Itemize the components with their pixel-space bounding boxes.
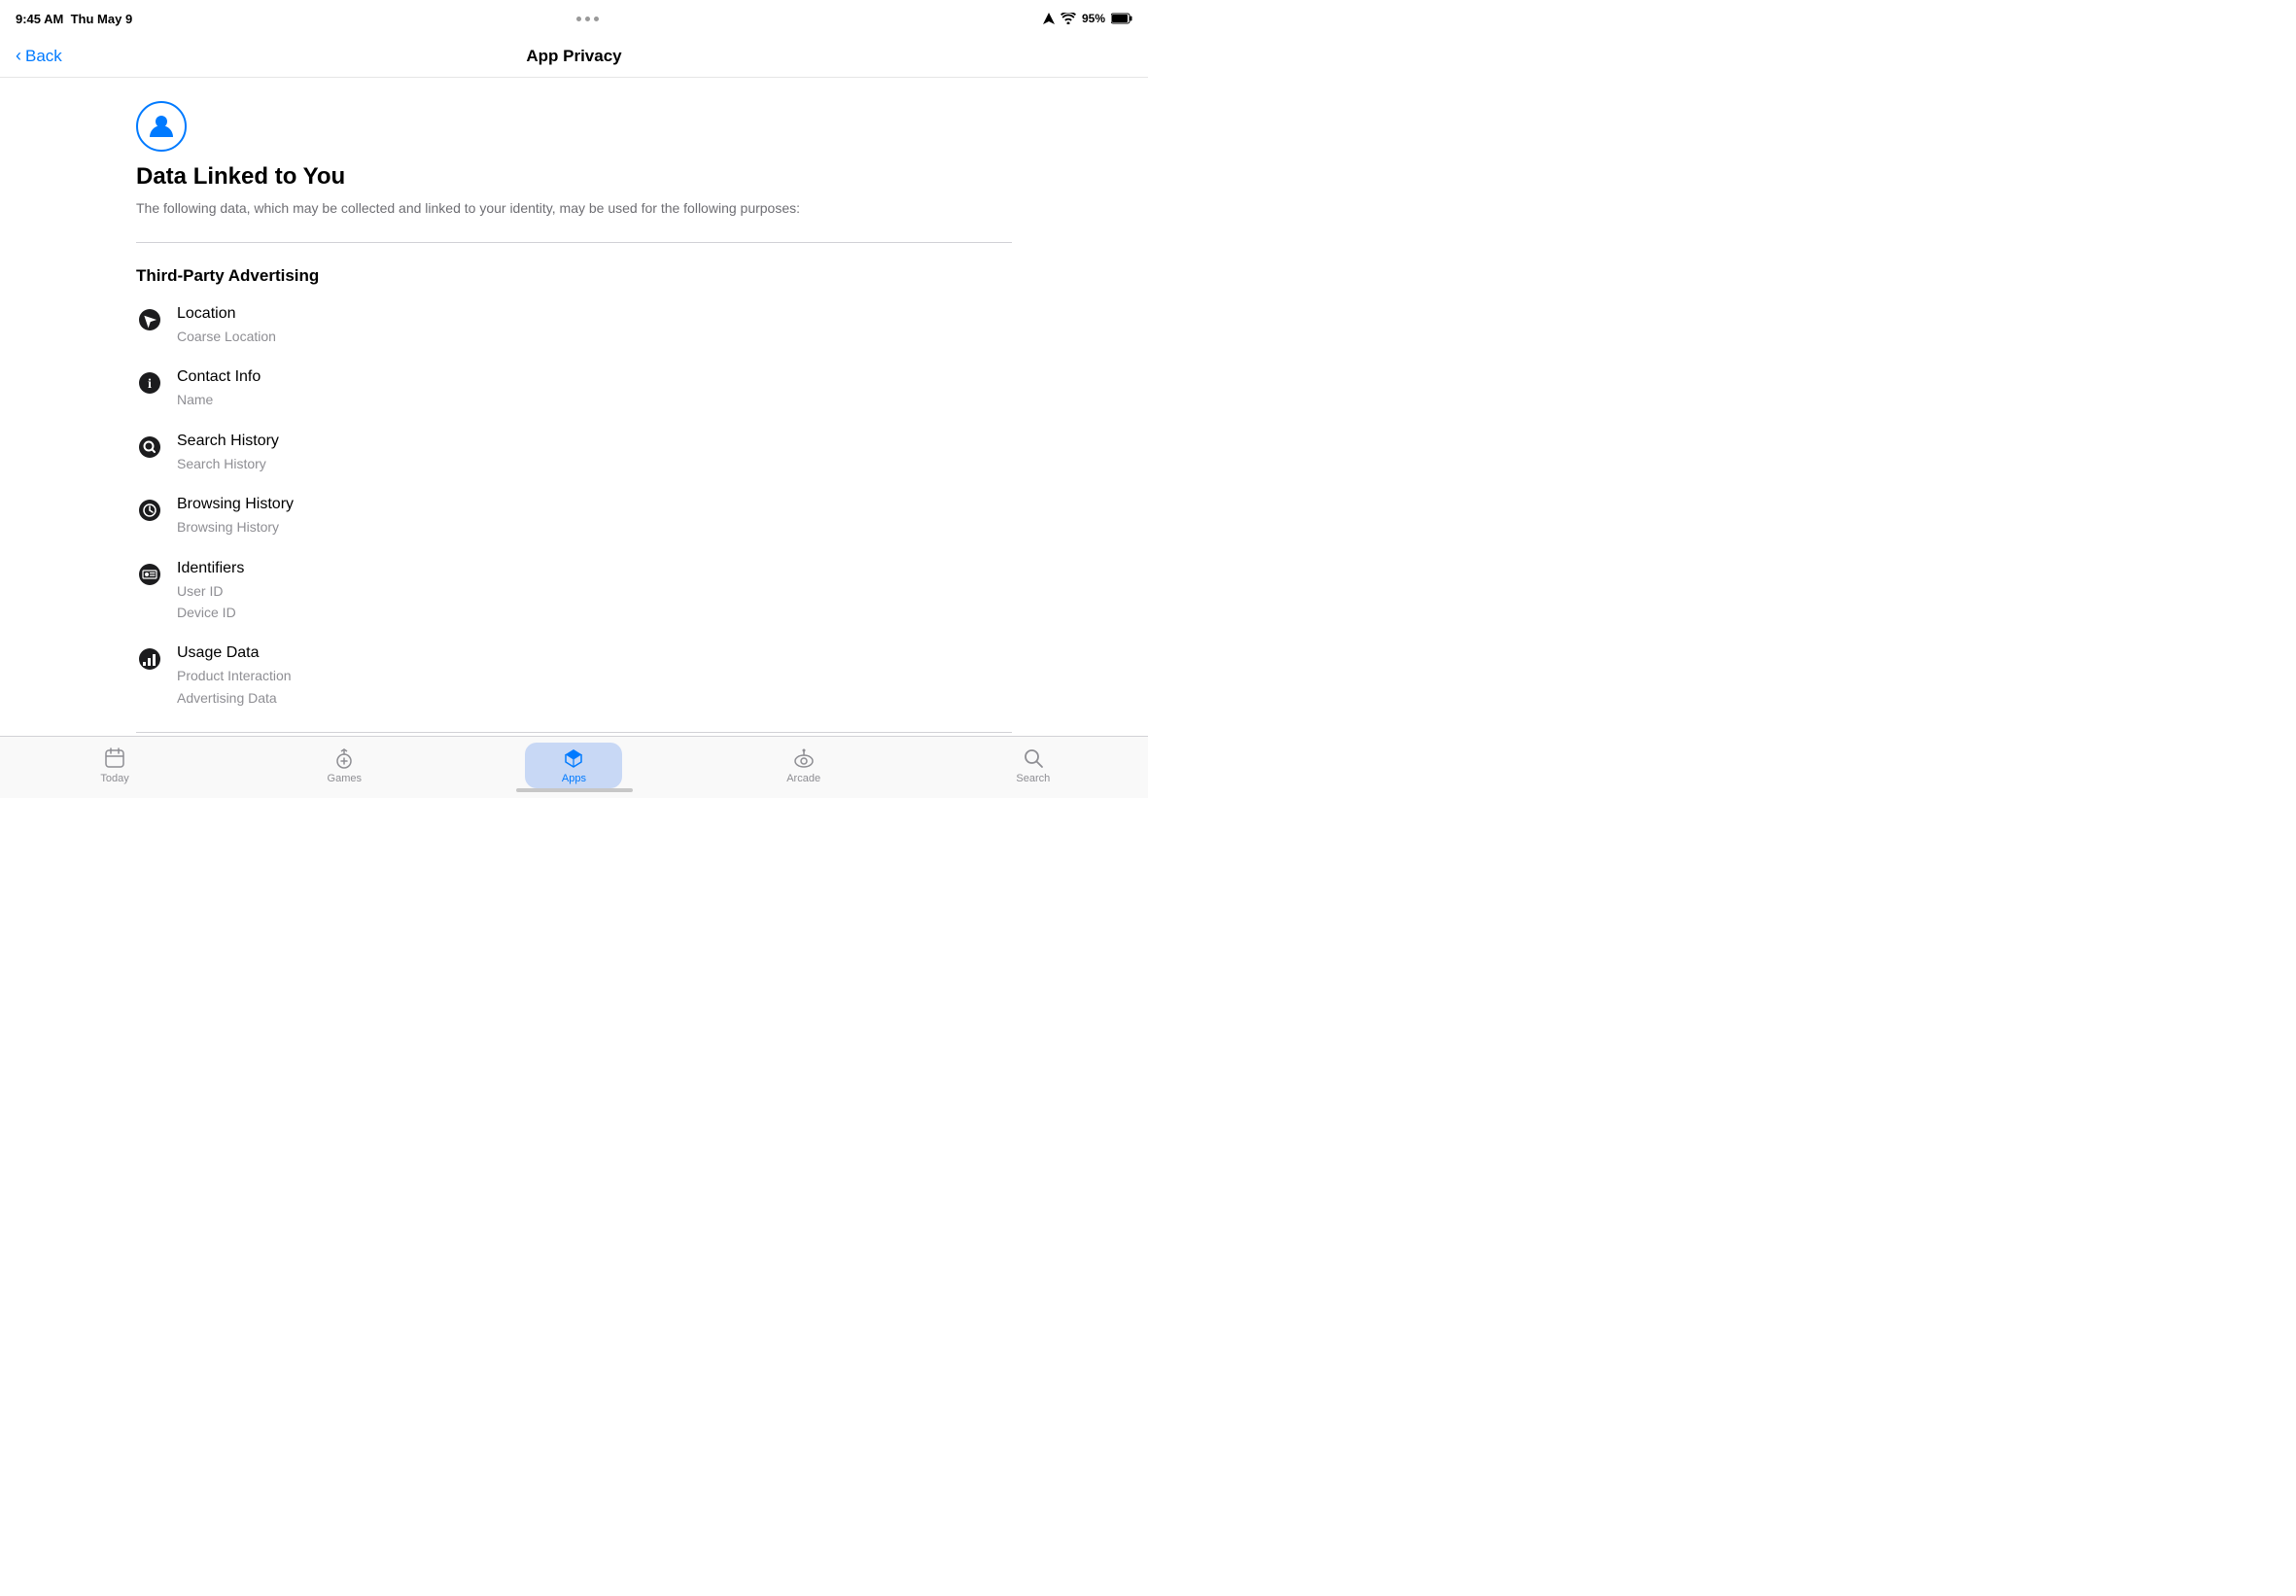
status-right: 95% <box>1043 12 1132 25</box>
usage-data-icon <box>136 645 163 673</box>
data-item-search-history: Search History Search History <box>136 433 1012 474</box>
search-tab-icon <box>1022 746 1045 770</box>
back-button[interactable]: ‹ Back <box>16 47 62 66</box>
status-center <box>576 17 599 21</box>
tab-games[interactable]: Games <box>296 743 393 788</box>
games-icon <box>332 746 356 770</box>
divider-1 <box>136 242 1012 243</box>
tab-today[interactable]: Today <box>66 743 163 788</box>
tab-search[interactable]: Search <box>985 743 1082 788</box>
tab-arcade[interactable]: Arcade <box>755 743 852 788</box>
contact-text: Contact Info Name <box>177 368 261 410</box>
wifi-icon <box>1061 13 1076 24</box>
status-bar: 9:45 AM Thu May 9 95% <box>0 0 1148 35</box>
section-third-party: Third-Party Advertising Location Coarse … <box>136 266 1012 709</box>
tab-today-label: Today <box>100 773 128 784</box>
browsing-history-text: Browsing History Browsing History <box>177 496 294 538</box>
person-icon <box>147 112 176 141</box>
data-item-browsing-history: Browsing History Browsing History <box>136 496 1012 538</box>
data-item-usage: Usage Data Product Interaction Advertisi… <box>136 644 1012 709</box>
search-history-icon <box>136 434 163 461</box>
tab-apps[interactable]: Apps <box>525 743 622 788</box>
browsing-history-icon <box>136 497 163 524</box>
battery-icon <box>1111 13 1132 24</box>
identifiers-text: Identifiers User ID Device ID <box>177 560 244 624</box>
usage-data-text: Usage Data Product Interaction Advertisi… <box>177 644 292 709</box>
data-item-location: Location Coarse Location <box>136 305 1012 347</box>
tab-apps-label: Apps <box>562 773 586 784</box>
apps-icon <box>562 746 585 770</box>
main-content: Data Linked to You The following data, w… <box>0 78 1148 744</box>
tab-arcade-label: Arcade <box>786 773 820 784</box>
contact-info-icon: i <box>136 369 163 397</box>
section-subtitle: The following data, which may be collect… <box>136 198 800 219</box>
home-indicator <box>516 788 633 792</box>
divider-2 <box>136 732 1012 733</box>
tab-games-label: Games <box>328 773 362 784</box>
tab-search-label: Search <box>1016 773 1050 784</box>
section-main-title: Data Linked to You <box>136 163 345 191</box>
location-text: Location Coarse Location <box>177 305 276 347</box>
data-item-contact: i Contact Info Name <box>136 368 1012 410</box>
page-title: App Privacy <box>526 47 621 66</box>
location-status-icon <box>1043 13 1055 24</box>
nav-bar: ‹ Back App Privacy <box>0 35 1148 78</box>
app-header: Data Linked to You The following data, w… <box>136 101 1012 219</box>
location-icon <box>136 306 163 333</box>
app-icon <box>136 101 187 152</box>
today-icon <box>103 746 126 770</box>
arcade-icon <box>792 746 816 770</box>
svg-text:i: i <box>148 377 152 392</box>
status-time: 9:45 AM Thu May 9 <box>16 12 132 26</box>
identifiers-icon <box>136 561 163 588</box>
data-item-identifiers: Identifiers User ID Device ID <box>136 560 1012 624</box>
search-history-text: Search History Search History <box>177 433 279 474</box>
section-heading-third-party: Third-Party Advertising <box>136 266 1012 286</box>
chevron-left-icon: ‹ <box>16 47 21 64</box>
